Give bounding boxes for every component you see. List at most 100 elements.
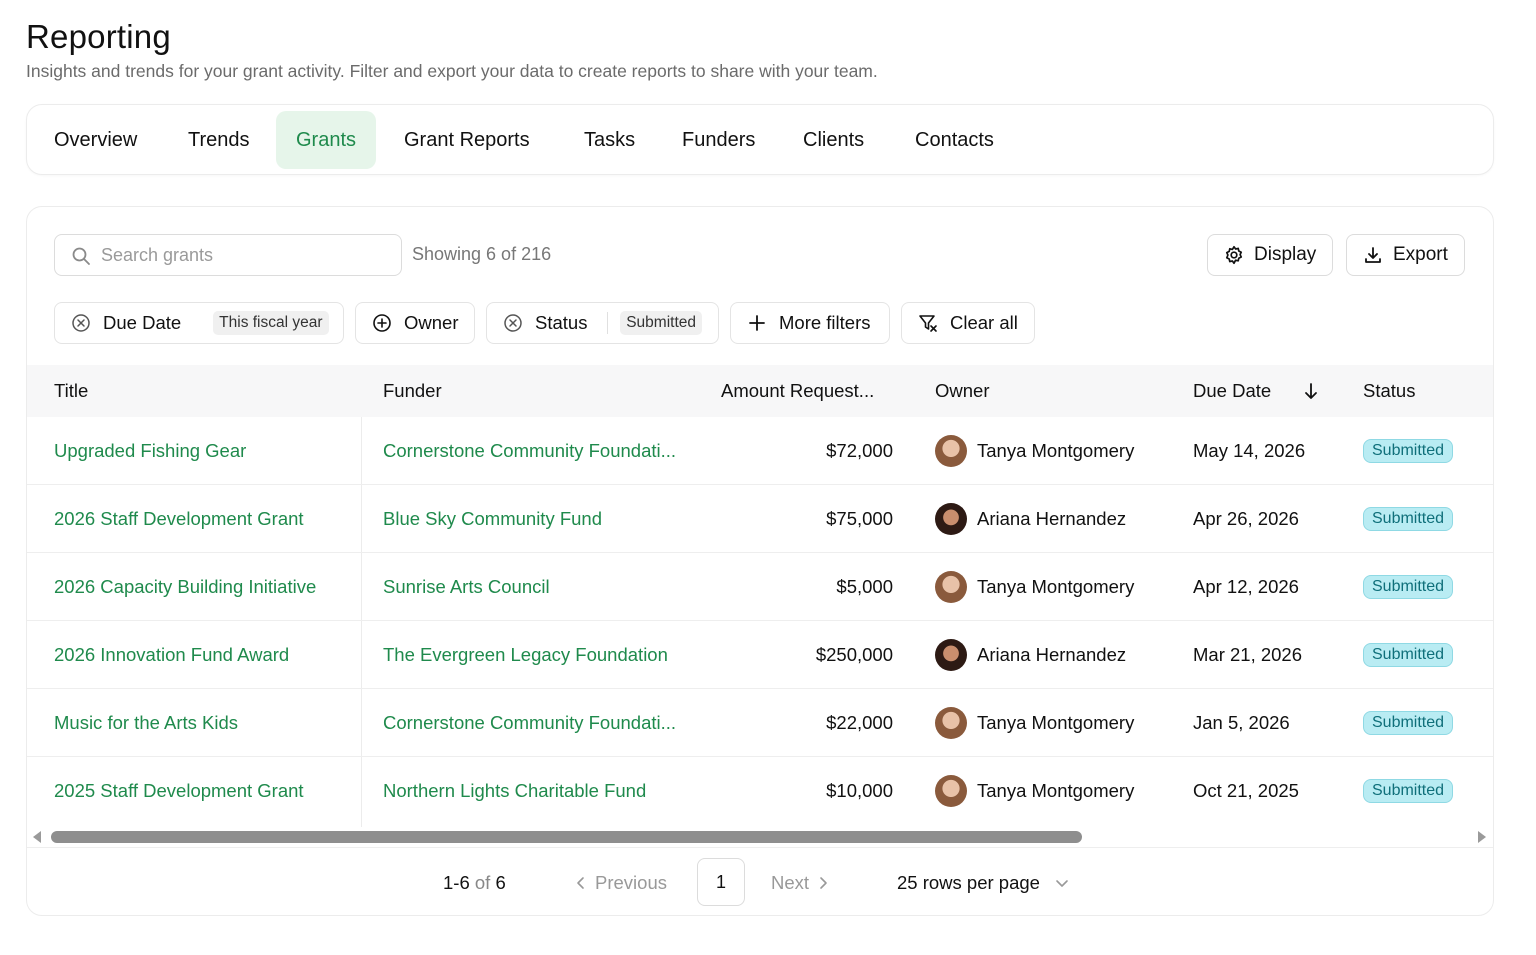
column-owner[interactable]: Owner	[935, 365, 990, 417]
avatar	[935, 775, 967, 807]
status-badge: Submitted	[1363, 643, 1454, 667]
owner-name: Ariana Hernandez	[977, 644, 1127, 665]
amount-requested: $22,000	[826, 712, 893, 733]
funder-link[interactable]: The Evergreen Legacy Foundation	[383, 621, 668, 689]
tab-clients[interactable]: Clients	[783, 111, 884, 169]
owner-name: Tanya Montgomery	[977, 440, 1135, 461]
filter-status-label: Status	[535, 312, 588, 333]
column-title[interactable]: Title	[54, 365, 88, 417]
filter-due-date[interactable]: Due Date This fiscal year	[54, 302, 344, 344]
more-filters-button[interactable]: More filters	[730, 302, 890, 344]
status-cell: Submitted	[1363, 485, 1454, 553]
pagination: 1-6 of 6 Previous 1 Next 25 rows per pag…	[27, 847, 1493, 915]
more-filters-label: More filters	[779, 312, 871, 333]
tab-trends[interactable]: Trends	[168, 111, 270, 169]
funder-link[interactable]: Blue Sky Community Fund	[383, 485, 602, 553]
table-row[interactable]: Upgraded Fishing Gear Cornerstone Commun…	[27, 417, 1493, 485]
filter-status[interactable]: Status Submitted	[486, 302, 719, 344]
table-header: Title Funder Amount Request... Owner Due…	[27, 365, 1493, 417]
filter-due-date-label: Due Date	[103, 312, 182, 333]
avatar	[935, 707, 967, 739]
avatar	[935, 435, 967, 467]
table-row[interactable]: Music for the Arts Kids Cornerstone Comm…	[27, 689, 1493, 757]
status-cell: Submitted	[1363, 757, 1454, 825]
range-of: of	[474, 872, 491, 893]
avatar	[935, 571, 967, 603]
tab-overview[interactable]: Overview	[34, 111, 157, 169]
previous-label: Previous	[595, 872, 667, 893]
column-status[interactable]: Status	[1363, 365, 1415, 417]
scroll-left-arrow-icon[interactable]	[33, 831, 41, 843]
page-header: Reporting	[26, 18, 171, 56]
filter-divider	[607, 312, 609, 334]
clear-all-label: Clear all	[950, 312, 1018, 333]
sort-descending-icon[interactable]	[1301, 381, 1321, 401]
add-filter-icon	[373, 314, 391, 332]
tab-funders[interactable]: Funders	[662, 111, 775, 169]
previous-button[interactable]: Previous	[573, 872, 667, 894]
tab-grant-reports[interactable]: Grant Reports	[384, 111, 550, 169]
funder-link[interactable]: Cornerstone Community Foundati...	[383, 689, 676, 757]
search-box	[54, 234, 402, 276]
results-count: Showing 6 of 216	[412, 244, 552, 264]
download-icon	[1365, 247, 1381, 263]
horizontal-scrollbar[interactable]	[27, 827, 1493, 847]
page-number-button[interactable]: 1	[697, 858, 745, 906]
scroll-right-arrow-icon[interactable]	[1478, 831, 1486, 843]
grant-title-link[interactable]: 2025 Staff Development Grant	[54, 757, 304, 825]
table-row[interactable]: 2026 Staff Development Grant Blue Sky Co…	[27, 485, 1493, 553]
status-cell: Submitted	[1363, 417, 1454, 485]
funder-link[interactable]: Sunrise Arts Council	[383, 553, 550, 621]
grant-title-link[interactable]: Music for the Arts Kids	[54, 689, 238, 757]
chevron-right-icon	[820, 877, 827, 889]
owner-name: Ariana Hernandez	[977, 508, 1127, 529]
search-icon	[72, 247, 90, 265]
filter-owner[interactable]: Owner	[355, 302, 475, 344]
owner-cell: Tanya Montgomery	[935, 757, 1134, 825]
funder-link[interactable]: Cornerstone Community Foundati...	[383, 417, 676, 485]
page-title: Reporting	[26, 18, 171, 55]
search-input[interactable]	[101, 235, 391, 275]
status-badge: Submitted	[1363, 507, 1454, 531]
clear-filter-icon	[919, 315, 937, 332]
table-row[interactable]: 2026 Innovation Fund Award The Evergreen…	[27, 621, 1493, 689]
grant-title-link[interactable]: 2026 Innovation Fund Award	[54, 621, 289, 689]
chevron-down-icon	[1056, 880, 1068, 887]
rows-per-page-select[interactable]: 25 rows per page	[897, 872, 1070, 894]
export-button[interactable]: Export	[1346, 234, 1465, 276]
page-subtitle: Insights and trends for your grant activ…	[26, 61, 878, 81]
grant-title-link[interactable]: Upgraded Fishing Gear	[54, 417, 246, 485]
remove-filter-icon[interactable]	[503, 313, 523, 333]
amount-requested: $5,000	[836, 576, 893, 597]
status-badge: Submitted	[1363, 779, 1454, 803]
scrollbar-thumb[interactable]	[51, 831, 1082, 843]
filter-due-date-value: This fiscal year	[213, 311, 329, 335]
display-button[interactable]: Display	[1207, 234, 1334, 276]
table-row[interactable]: 2025 Staff Development Grant Northern Li…	[27, 757, 1493, 825]
grant-title-link[interactable]: 2026 Capacity Building Initiative	[54, 553, 316, 621]
display-button-label: Display	[1254, 244, 1317, 265]
column-funder[interactable]: Funder	[383, 365, 442, 417]
column-due-date[interactable]: Due Date	[1193, 365, 1271, 417]
owner-cell: Tanya Montgomery	[935, 553, 1134, 621]
status-cell: Submitted	[1363, 621, 1454, 689]
chevron-left-icon	[577, 877, 584, 889]
tab-contacts[interactable]: Contacts	[895, 111, 1014, 169]
next-button[interactable]: Next	[771, 872, 831, 894]
range-start: 1-6	[443, 872, 470, 893]
table-row[interactable]: 2026 Capacity Building Initiative Sunris…	[27, 553, 1493, 621]
owner-cell: Ariana Hernandez	[935, 621, 1126, 689]
due-date: Mar 21, 2026	[1193, 644, 1303, 665]
owner-cell: Tanya Montgomery	[935, 689, 1134, 757]
clear-all-button[interactable]: Clear all	[901, 302, 1035, 344]
grant-title-link[interactable]: 2026 Staff Development Grant	[54, 485, 304, 553]
column-amount[interactable]: Amount Request...	[721, 365, 874, 417]
gear-icon	[1225, 245, 1243, 265]
grants-card: Showing 6 of 216 Display Export Due Date…	[26, 206, 1494, 916]
funder-link[interactable]: Northern Lights Charitable Fund	[383, 757, 646, 825]
tab-tasks[interactable]: Tasks	[564, 111, 655, 169]
due-date: Apr 12, 2026	[1193, 576, 1299, 597]
tab-grants[interactable]: Grants	[276, 111, 377, 169]
rows-per-page-label: 25 rows per page	[897, 872, 1040, 893]
remove-filter-icon[interactable]	[71, 313, 91, 333]
